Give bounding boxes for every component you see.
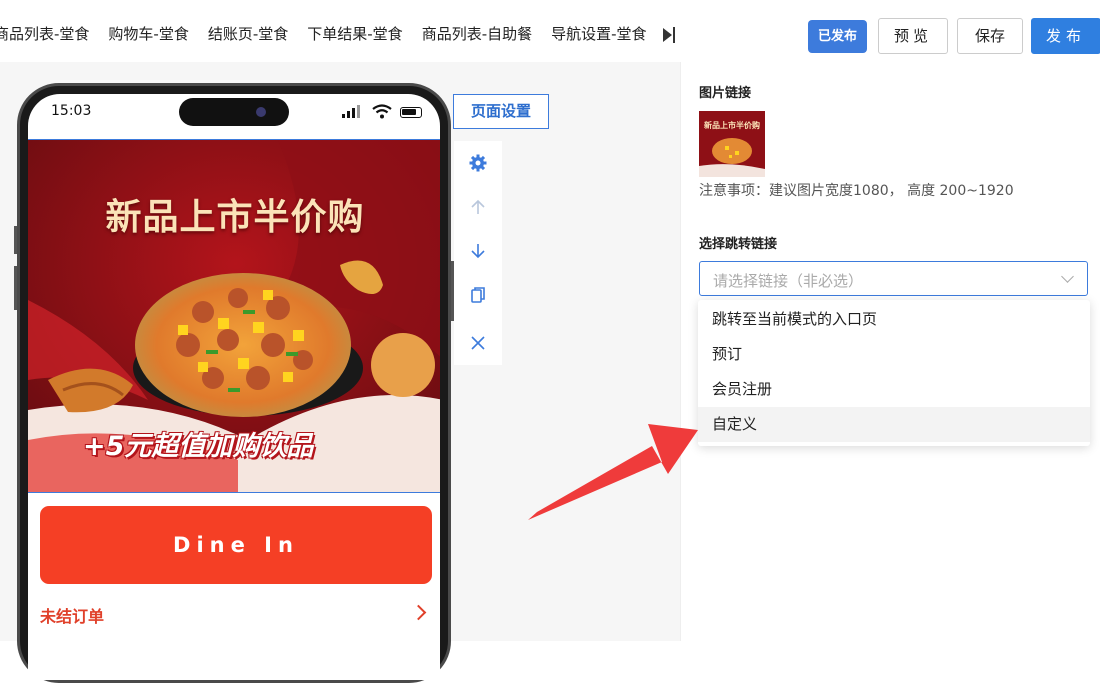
tab-cart-dine-in[interactable]: 购物车-堂食 [108,22,188,46]
battery-icon [400,107,422,118]
tab-nav-settings-dine-in[interactable]: 导航设置-堂食 [551,22,646,46]
preview-button[interactable]: 预览 [878,18,948,54]
gear-icon[interactable] [454,141,502,185]
thumbnail-title: 新品上市半价购 [704,120,760,130]
copy-icon[interactable] [454,273,502,317]
signal-icon [347,111,350,118]
camera-icon [256,107,266,117]
tab-product-list-buffet[interactable]: 商品列表-自助餐 [422,22,532,46]
publish-button[interactable]: 发布 [1031,18,1100,54]
arrow-down-icon[interactable] [454,229,502,273]
signal-icon [342,114,345,118]
banner-title: 新品上市半价购 [105,196,365,238]
phone-screen: 15:03 新品上市半价购 +5元超值加购饮品 Dine In 未结订单 [28,94,440,680]
banner-thumbnail[interactable]: 新品上市半价购 [699,111,765,177]
tab-checkout-dine-in[interactable]: 结账页-堂食 [208,22,288,46]
jump-link-select[interactable]: 请选择链接（非必选） [699,261,1088,296]
open-orders-label[interactable]: 未结订单 [40,603,104,627]
tab-product-list-dine-in[interactable]: 商品列表-堂食 [0,22,89,46]
tab-order-result-dine-in[interactable]: 下单结果-堂食 [307,22,402,46]
option-reservation[interactable]: 预订 [698,337,1090,372]
top-toolbar: 商品列表-堂食 购物车-堂食 结账页-堂食 下单结果-堂食 商品列表-自助餐 导航设置-堂… [0,0,1100,62]
banner-image[interactable]: 新品上市半价购 +5元超值加购饮品 [28,139,440,493]
signal-icon [352,108,355,118]
dine-in-button[interactable]: Dine In [40,506,432,584]
phone-side-button [14,266,17,310]
close-icon[interactable] [454,321,502,365]
save-button[interactable]: 保存 [957,18,1023,54]
page-tabs: 商品列表-堂食 购物车-堂食 结账页-堂食 下单结果-堂食 商品列表-自助餐 导航设置-堂… [0,22,670,46]
signal-icon [357,105,360,118]
option-custom[interactable]: 自定义 [698,407,1090,442]
status-badge: 已发布 [808,20,867,53]
image-link-label: 图片链接 [699,86,752,101]
image-size-note: 注意事项：建议图片宽度1080， 高度 200~1920 [699,183,1014,199]
phone-side-button [14,226,17,254]
jump-link-label: 选择跳转链接 [699,237,778,252]
status-time: 15:03 [51,103,92,119]
arrow-up-icon[interactable] [454,185,502,229]
option-member-register[interactable]: 会员注册 [698,372,1090,407]
dynamic-island [179,98,289,126]
chevron-down-icon[interactable] [1061,270,1074,283]
page-settings-button[interactable]: 页面设置 [453,94,549,129]
option-entry-page[interactable]: 跳转至当前模式的入口页 [698,302,1090,337]
chevron-right-icon[interactable] [410,604,427,621]
banner-promo-text: +5元超值加购饮品 [83,431,314,462]
select-placeholder: 请选择链接（非必选） [713,272,864,290]
jump-link-options: 跳转至当前模式的入口页 预订 会员注册 自定义 [698,300,1090,446]
component-toolbar [454,141,502,365]
status-icons [342,104,422,120]
phone-preview: 15:03 新品上市半价购 +5元超值加购饮品 Dine In 未结订单 [14,83,454,683]
wifi-icon [372,104,392,119]
tab-scroll-right-icon[interactable] [662,26,676,44]
